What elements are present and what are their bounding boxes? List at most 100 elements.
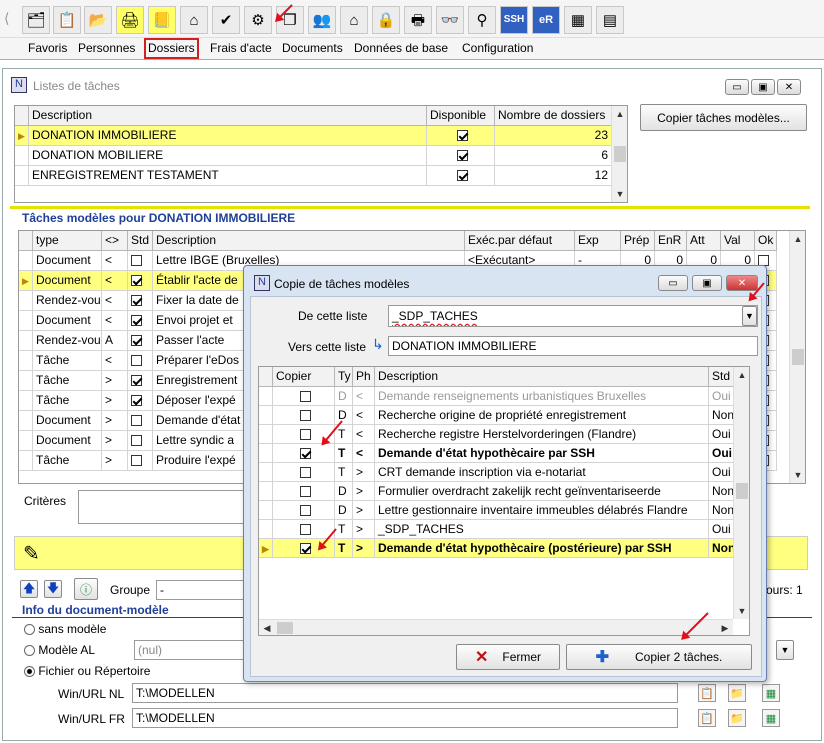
scroll-thumb[interactable] (614, 146, 626, 162)
scroll-down-icon[interactable]: ▼ (612, 186, 627, 202)
tab-documents[interactable]: Documents (280, 40, 345, 57)
dialog-hscrollbar[interactable]: ◀ ▶ (259, 619, 733, 635)
folder-lock-icon[interactable]: 🔒 (372, 6, 400, 34)
minimize-button[interactable]: ▭ (725, 79, 749, 95)
col-description[interactable]: Description (375, 367, 709, 387)
maximize-button[interactable]: ▣ (751, 79, 775, 95)
dialog-minimize-button[interactable]: ▭ (658, 275, 688, 291)
win-fr-field[interactable]: T:\MODELLEN (132, 708, 678, 728)
task-description[interactable]: Demande d'état hypothècaire par SSH (375, 444, 709, 463)
agenda-icon[interactable]: 📒 (148, 6, 176, 34)
folder-open-icon[interactable]: 📂 (84, 6, 112, 34)
scroll-right-icon[interactable]: ▶ (717, 620, 733, 635)
col-nombre-dossiers[interactable]: Nombre de dossiers (495, 106, 613, 126)
copy-checkbox[interactable] (273, 482, 335, 501)
er-icon[interactable]: eR (532, 6, 560, 34)
tab-frais-acte[interactable]: Frais d'acte (208, 40, 274, 57)
col-val[interactable]: Val (721, 231, 755, 251)
move-up-button[interactable]: 🡅 (20, 580, 38, 598)
folder-icon[interactable]: 📁 (728, 684, 746, 702)
tab-dossiers[interactable]: Dossiers (144, 38, 199, 59)
col-disponible[interactable]: Disponible (427, 106, 495, 126)
excel-icon[interactable]: ▦ (762, 684, 780, 702)
col-description[interactable]: Description (29, 106, 427, 126)
hscroll-thumb[interactable] (277, 622, 293, 634)
printer-document-icon[interactable]: 🖨 (116, 6, 144, 34)
scroll-left-icon[interactable]: ◀ (259, 620, 275, 635)
col-type[interactable]: Ty (335, 367, 353, 387)
tasklist-scrollbar[interactable]: ▲ ▼ (611, 106, 627, 202)
col-std[interactable]: Std (709, 367, 735, 387)
available-checkbox[interactable] (427, 166, 495, 186)
col-std[interactable]: Std (128, 231, 153, 251)
col-direction[interactable]: <> (102, 231, 128, 251)
std-checkbox[interactable] (128, 451, 153, 471)
col-copier[interactable]: Copier (273, 367, 335, 387)
model-al-field[interactable]: (nul) (134, 640, 250, 660)
table-grid-icon[interactable]: ▤ (596, 6, 624, 34)
model-tasks-scrollbar[interactable]: ▲ ▼ (789, 231, 805, 483)
table-row[interactable]: DONATION IMMOBILIERE (29, 126, 427, 146)
groupe-field[interactable]: - (156, 580, 252, 600)
copy-model-tasks-button[interactable]: Copier tâches modèles... (640, 104, 807, 131)
std-checkbox[interactable] (128, 351, 153, 371)
copy-tasks-button[interactable]: ✚ Copier 2 tâches. (566, 644, 752, 670)
task-description[interactable]: Recherche registre Herstelvorderingen (F… (375, 425, 709, 444)
to-list-field[interactable]: DONATION IMMOBILIERE (388, 336, 758, 356)
scroll-up-icon[interactable]: ▲ (734, 367, 749, 383)
std-checkbox[interactable] (128, 331, 153, 351)
col-exp[interactable]: Exp (575, 231, 621, 251)
copy-checkbox[interactable] (273, 520, 335, 539)
tree-network-icon[interactable]: ⚙ (244, 6, 272, 34)
dialog-maximize-button[interactable]: ▣ (692, 275, 722, 291)
radio-fichier[interactable]: Fichier ou Répertoire (24, 664, 150, 678)
from-list-dropdown-icon[interactable]: ▼ (742, 306, 757, 326)
tab-configuration[interactable]: Configuration (460, 40, 535, 57)
ssh-icon[interactable]: SSH (500, 6, 528, 34)
copy-checkbox[interactable] (273, 406, 335, 425)
std-checkbox[interactable] (128, 291, 153, 311)
task-description[interactable]: Demande renseignements urbanistiques Bru… (375, 387, 709, 406)
excel-icon[interactable]: ▦ (762, 709, 780, 727)
radio-modele-al[interactable]: Modèle AL (24, 643, 95, 657)
task-description[interactable]: Recherche origine de propriété enregistr… (375, 406, 709, 425)
col-description[interactable]: Description (153, 231, 465, 251)
task-description[interactable]: Demande d'état hypothècaire (postérieure… (375, 539, 709, 558)
tab-donnees-base[interactable]: Données de base (352, 40, 450, 57)
clipboard-icon[interactable]: 📋 (698, 709, 716, 727)
copy-checkbox[interactable] (273, 463, 335, 482)
from-list-select[interactable]: _SDP_TACHES (388, 305, 758, 327)
folder-icon[interactable]: 📁 (728, 709, 746, 727)
model-al-dropdown-icon[interactable]: ▼ (776, 640, 794, 660)
table-row[interactable]: DONATION MOBILIERE (29, 146, 427, 166)
std-checkbox[interactable] (128, 391, 153, 411)
available-checkbox[interactable] (427, 126, 495, 146)
std-checkbox[interactable] (128, 431, 153, 451)
task-description[interactable]: Formulier overdracht zakelijk recht geïn… (375, 482, 709, 501)
available-checkbox[interactable] (427, 146, 495, 166)
radio-sans-modele[interactable]: sans modèle (24, 622, 106, 636)
dialog-vscrollbar[interactable]: ▲ ▼ (733, 367, 749, 619)
table-icon[interactable]: ▦ (564, 6, 592, 34)
glasses-icon[interactable]: 👓 (436, 6, 464, 34)
task-info-icon[interactable]: ⓘ (74, 578, 98, 600)
col-phase[interactable]: Ph (353, 367, 375, 387)
tab-favoris[interactable]: Favoris (26, 40, 69, 57)
col-prep[interactable]: Prép (621, 231, 655, 251)
clipboard-icon[interactable]: 📋 (698, 684, 716, 702)
tab-personnes[interactable]: Personnes (76, 40, 137, 57)
close-button[interactable]: ✕ (777, 79, 801, 95)
col-att[interactable]: Att (687, 231, 721, 251)
printer-lock-icon[interactable]: 🖶 (404, 6, 432, 34)
scroll-down-icon[interactable]: ▼ (734, 603, 749, 619)
win-nl-field[interactable]: T:\MODELLEN (132, 683, 678, 703)
col-ok[interactable]: Ok (755, 231, 777, 251)
edit-note-icon[interactable]: ✎ (23, 541, 40, 566)
scroll-thumb[interactable] (792, 349, 804, 365)
table-row[interactable]: ENREGISTREMENT TESTAMENT (29, 166, 427, 186)
hierarchy-icon[interactable]: 🗂 (22, 6, 50, 34)
col-enr[interactable]: EnR (655, 231, 687, 251)
scroll-up-icon[interactable]: ▲ (790, 231, 805, 247)
document-list-icon[interactable]: 📋 (53, 6, 81, 34)
close-dialog-button[interactable]: ✕ Fermer (456, 644, 560, 670)
